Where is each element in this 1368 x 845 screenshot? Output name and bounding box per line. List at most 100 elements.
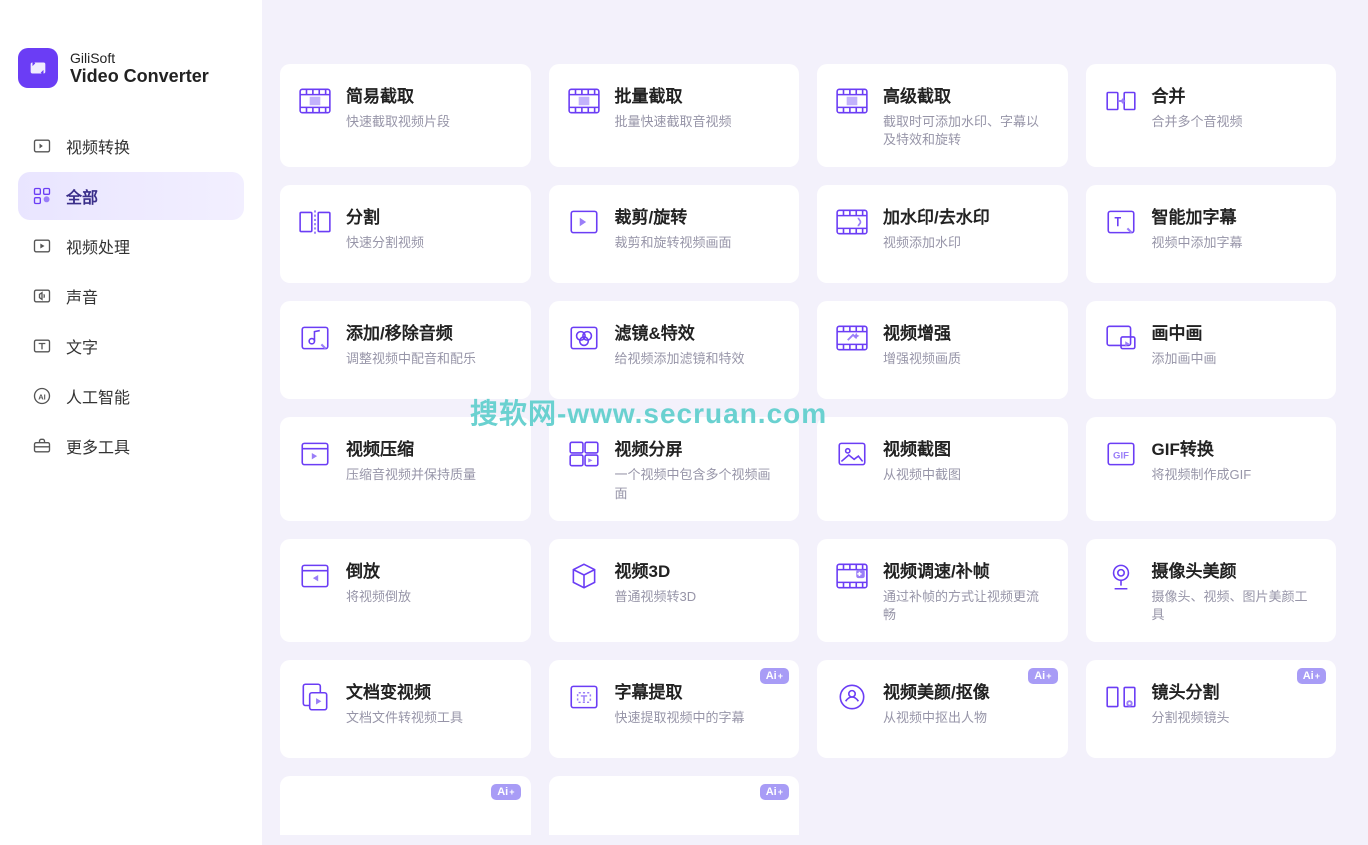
logo-icon: [18, 48, 58, 88]
tool-card[interactable]: 视频压缩 压缩音视频并保持质量: [280, 417, 531, 520]
sidebar-item-ai[interactable]: AI 人工智能: [18, 372, 244, 420]
card-description: 一个视频中包含多个视频画面: [615, 466, 782, 502]
tool-card[interactable]: 高级截取 截取时可添加水印、字幕以及特效和旋转: [817, 64, 1068, 167]
tool-card[interactable]: 批量截取 批量快速截取音视频: [549, 64, 800, 167]
card-title: 简易截取: [346, 82, 513, 107]
convert-icon: [32, 136, 52, 156]
tool-card[interactable]: 加水印/去水印 视频添加水印: [817, 185, 1068, 283]
sidebar-item-label: 文字: [66, 334, 98, 358]
card-description: 从视频中抠出人物: [883, 709, 1050, 727]
splitscreen-icon: [567, 437, 601, 471]
brand-name: GiliSoft: [70, 50, 209, 66]
card-title: 批量截取: [615, 82, 782, 107]
sidebar-item-label: 人工智能: [66, 384, 130, 408]
camera-icon: [1104, 559, 1138, 593]
card-title: 滤镜&特效: [615, 319, 782, 344]
tool-card[interactable]: 分割 快速分割视频: [280, 185, 531, 283]
tool-card[interactable]: 合并 合并多个音视频: [1086, 64, 1337, 167]
reverse-icon: [298, 559, 332, 593]
tool-card[interactable]: 简易截取 快速截取视频片段: [280, 64, 531, 167]
tool-card[interactable]: 视频3D 普通视频转3D: [549, 539, 800, 642]
tool-card[interactable]: 添加/移除音频 调整视频中配音和配乐: [280, 301, 531, 399]
sidebar-item-convert[interactable]: 视频转换: [18, 122, 244, 170]
cut-adv-icon: [835, 84, 869, 118]
enhance-icon: [835, 321, 869, 355]
card-title: 镜头分割: [1152, 678, 1319, 703]
sidebar-item-label: 更多工具: [66, 434, 130, 458]
tool-card[interactable]: 视频增强 增强视频画质: [817, 301, 1068, 399]
sidebar-item-sound[interactable]: 声音: [18, 272, 244, 320]
tool-card[interactable]: 镜头分割 分割视频镜头 Ai: [1086, 660, 1337, 758]
blank-icon: [567, 796, 601, 830]
sidebar-item-toolbox[interactable]: 更多工具: [18, 422, 244, 470]
card-description: 裁剪和旋转视频画面: [615, 234, 782, 252]
ai-badge: Ai: [491, 784, 520, 800]
compress-icon: [298, 437, 332, 471]
tool-card[interactable]: 倒放 将视频倒放: [280, 539, 531, 642]
card-description: 快速提取视频中的字幕: [615, 709, 782, 727]
card-title: 裁剪/旋转: [615, 203, 782, 228]
card-title: 画中画: [1152, 319, 1319, 344]
card-title: 高级截取: [883, 82, 1050, 107]
sidebar-item-label: 全部: [66, 184, 98, 208]
tool-card[interactable]: 视频截图 从视频中截图: [817, 417, 1068, 520]
card-description: 合并多个音视频: [1152, 113, 1319, 131]
audio-edit-icon: [298, 321, 332, 355]
tool-card[interactable]: Ai: [280, 776, 531, 835]
card-description: 压缩音视频并保持质量: [346, 466, 513, 484]
card-title: 分割: [346, 203, 513, 228]
sidebar-item-label: 声音: [66, 284, 98, 308]
gif-icon: GIF: [1104, 437, 1138, 471]
tool-card[interactable]: 视频美颜/抠像 从视频中抠出人物 Ai: [817, 660, 1068, 758]
tool-card[interactable]: 裁剪/旋转 裁剪和旋转视频画面: [549, 185, 800, 283]
sidebar-item-label: 视频处理: [66, 234, 130, 258]
sidebar-item-label: 视频转换: [66, 134, 130, 158]
screenshot-icon: [835, 437, 869, 471]
tool-card[interactable]: 视频分屏 一个视频中包含多个视频画面: [549, 417, 800, 520]
card-title: 视频3D: [615, 557, 782, 582]
play-icon: [32, 236, 52, 256]
card-title: 添加/移除音频: [346, 319, 513, 344]
card-description: 视频中添加字幕: [1152, 234, 1319, 252]
sidebar-item-grid[interactable]: 全部: [18, 172, 244, 220]
card-description: 调整视频中配音和配乐: [346, 350, 513, 368]
card-title: 加水印/去水印: [883, 203, 1050, 228]
ai-badge: Ai: [760, 784, 789, 800]
sidebar-item-text[interactable]: 文字: [18, 322, 244, 370]
card-description: 通过补帧的方式让视频更流畅: [883, 588, 1050, 624]
card-title: 倒放: [346, 557, 513, 582]
svg-text:AI: AI: [38, 392, 46, 401]
card-title: 摄像头美颜: [1152, 557, 1319, 582]
card-description: 批量快速截取音视频: [615, 113, 782, 131]
tool-card[interactable]: 滤镜&特效 给视频添加滤镜和特效: [549, 301, 800, 399]
tool-card[interactable]: 字幕提取 快速提取视频中的字幕 Ai: [549, 660, 800, 758]
grid-icon: [32, 186, 52, 206]
card-title: 视频增强: [883, 319, 1050, 344]
tool-card[interactable]: GIF GIF转换 将视频制作成GIF: [1086, 417, 1337, 520]
card-title: 视频美颜/抠像: [883, 678, 1050, 703]
tool-card[interactable]: 视频调速/补帧 通过补帧的方式让视频更流畅: [817, 539, 1068, 642]
portrait-icon: [835, 680, 869, 714]
doc2video-icon: [298, 680, 332, 714]
sound-icon: [32, 286, 52, 306]
cube3d-icon: [567, 559, 601, 593]
tool-card[interactable]: 文档变视频 文档文件转视频工具: [280, 660, 531, 758]
tool-card[interactable]: Ai: [549, 776, 800, 835]
card-description: 快速截取视频片段: [346, 113, 513, 131]
sidebar-item-play[interactable]: 视频处理: [18, 222, 244, 270]
tool-card[interactable]: 摄像头美颜 摄像头、视频、图片美颜工具: [1086, 539, 1337, 642]
card-title: 字幕提取: [615, 678, 782, 703]
card-title: 文档变视频: [346, 678, 513, 703]
tool-card[interactable]: 智能加字幕 视频中添加字幕: [1086, 185, 1337, 283]
cut-multi-icon: [567, 84, 601, 118]
pip-icon: [1104, 321, 1138, 355]
card-description: 普通视频转3D: [615, 588, 782, 606]
cut-icon: [298, 84, 332, 118]
card-title: 视频压缩: [346, 435, 513, 460]
ai-badge: Ai: [1297, 668, 1326, 684]
card-title: 视频分屏: [615, 435, 782, 460]
sub-extract-icon: [567, 680, 601, 714]
tool-card[interactable]: 画中画 添加画中画: [1086, 301, 1337, 399]
speed-icon: [835, 559, 869, 593]
split-icon: [298, 205, 332, 239]
